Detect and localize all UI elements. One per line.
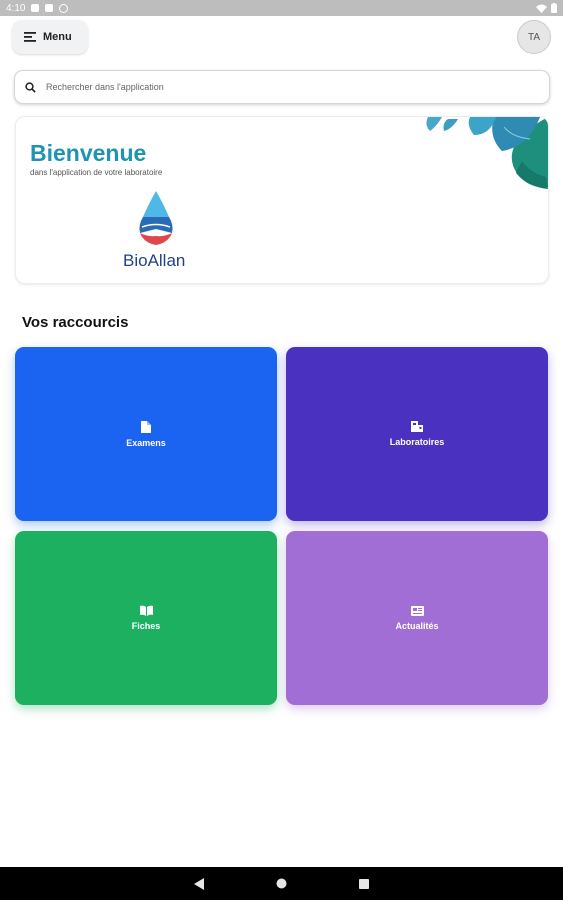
document-icon	[141, 420, 151, 433]
storage-icon	[45, 4, 54, 12]
laboratory-icon	[411, 421, 423, 432]
shortcut-label: Actualités	[395, 620, 439, 631]
status-time: 4:10	[6, 2, 26, 14]
recents-icon[interactable]	[359, 878, 369, 889]
welcome-subtitle: dans l'application de votre laboratoire	[30, 168, 163, 177]
system-nav-bar	[0, 867, 563, 900]
status-bar: 4:10	[0, 0, 563, 16]
shortcuts-title: Vos raccourcis	[22, 314, 129, 331]
sync-icon	[59, 3, 69, 13]
shortcut-label: Fiches	[131, 621, 161, 631]
back-icon[interactable]	[194, 877, 204, 890]
shortcut-examens[interactable]: Examens	[15, 347, 277, 521]
shortcut-label: Examens	[126, 437, 166, 448]
search-icon	[25, 81, 36, 93]
menu-button[interactable]: Menu	[12, 20, 88, 54]
menu-label: Menu	[43, 31, 72, 43]
user-avatar[interactable]: TA	[517, 20, 551, 54]
shortcut-fiches[interactable]: Fiches	[15, 531, 277, 705]
search-bar[interactable]	[14, 70, 550, 104]
brand-name: BioAllan	[123, 251, 186, 270]
search-input[interactable]	[44, 81, 528, 93]
welcome-title: Bienvenue	[30, 140, 147, 166]
home-icon[interactable]	[276, 878, 287, 889]
shortcut-actualites[interactable]: Actualités	[286, 531, 548, 705]
welcome-card: Bienvenue dans l'application de votre la…	[15, 116, 549, 284]
bioallan-logo-icon	[139, 191, 173, 245]
shortcut-laboratoires[interactable]: Laboratoires	[286, 347, 548, 521]
newspaper-icon	[410, 605, 424, 616]
wifi-icon	[536, 4, 547, 13]
open-book-icon	[139, 605, 153, 616]
leaves-decoration	[426, 117, 548, 189]
hamburger-icon	[24, 32, 36, 42]
notification-icon	[31, 4, 40, 12]
battery-icon	[551, 3, 557, 13]
shortcut-label: Laboratoires	[389, 437, 445, 447]
